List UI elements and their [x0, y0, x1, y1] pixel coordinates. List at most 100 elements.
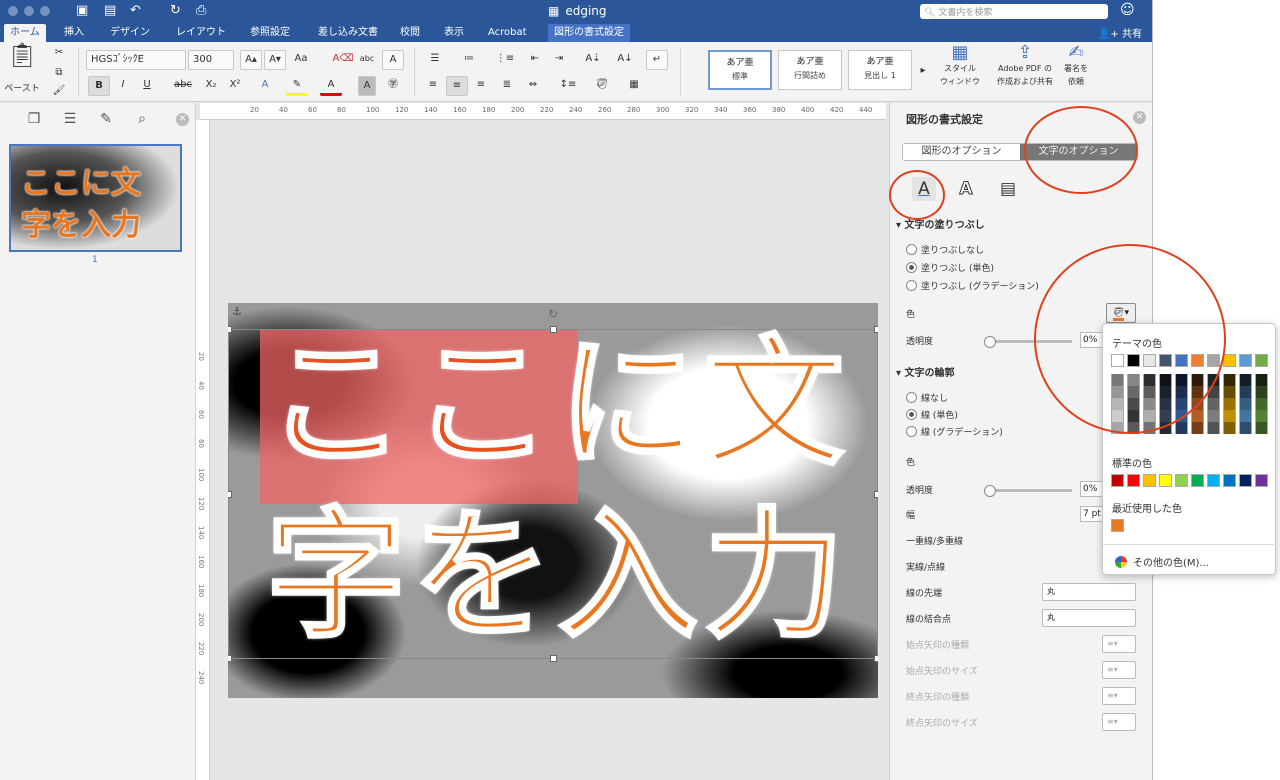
tab-references[interactable]: 参照設定 — [244, 24, 296, 42]
color-tint-swatch[interactable] — [1239, 398, 1252, 410]
clear-format-icon[interactable]: A⌫ — [332, 50, 354, 70]
request-signature-button[interactable]: ✍︎ 署名を 依頼 — [1060, 44, 1092, 102]
fill-none-radio[interactable]: 塗りつぶしなし — [906, 243, 984, 256]
borders-icon[interactable]: ▦ — [620, 76, 648, 96]
sort-icon[interactable]: A↓ — [614, 50, 636, 70]
color-swatch[interactable] — [1111, 474, 1124, 487]
resize-handle[interactable] — [228, 326, 232, 333]
redo-icon[interactable]: ↻ — [170, 3, 181, 18]
color-tint-swatch[interactable] — [1239, 422, 1252, 434]
color-tint-swatch[interactable] — [1207, 422, 1220, 434]
style-normal[interactable]: あア亜 標準 — [708, 50, 772, 90]
show-marks-icon[interactable]: ↵ — [646, 50, 668, 70]
resize-handle[interactable] — [874, 655, 878, 662]
shrink-font-button[interactable]: A▾ — [264, 50, 286, 70]
adobe-pdf-button[interactable]: ⇪ Adobe PDF の 作成および共有 — [994, 44, 1056, 102]
text-effects-icon[interactable]: A — [254, 76, 276, 96]
italic-button[interactable]: I — [112, 76, 134, 96]
print-icon[interactable]: ⎙ — [196, 3, 206, 18]
join-type-select[interactable]: 丸 — [1042, 609, 1136, 627]
color-swatch[interactable] — [1255, 354, 1268, 367]
align-right-icon[interactable]: ≡ — [470, 76, 492, 96]
color-swatch[interactable] — [1255, 474, 1268, 487]
color-tint-swatch[interactable] — [1255, 422, 1268, 434]
headline-line2[interactable]: 字を入力 — [264, 505, 850, 648]
sidebar-toggle-icon[interactable]: ▣ — [76, 3, 88, 18]
search-icon[interactable]: ⌕ — [132, 111, 152, 127]
font-size-select[interactable]: 300 — [188, 50, 234, 70]
distribute-icon[interactable]: ⇔ — [522, 76, 544, 96]
fill-gradient-radio[interactable]: 塗りつぶし (グラデーション) — [906, 279, 1039, 292]
outline-gradient-radio[interactable]: 線 (グラデーション) — [906, 425, 1003, 438]
outline-transparency-input[interactable]: 0% — [1080, 481, 1104, 497]
feedback-smiley-icon[interactable]: ☺ — [1120, 2, 1135, 18]
tab-view[interactable]: 表示 — [438, 24, 470, 42]
share-button[interactable]: 👤+ 共有 — [1098, 25, 1142, 40]
outline-transparency-slider[interactable] — [984, 485, 1072, 497]
color-swatch[interactable] — [1127, 474, 1140, 487]
window-controls[interactable] — [8, 6, 50, 16]
arrow-end-size-select[interactable]: ≡▾ — [1102, 713, 1136, 731]
style-window-button[interactable]: ▦ スタイル ウィンドウ — [940, 44, 980, 102]
enclose-char-icon[interactable]: ㊫ — [382, 76, 404, 96]
phonetic-guide-icon[interactable]: abc — [356, 50, 378, 70]
save-icon[interactable]: ▤ — [104, 3, 116, 18]
resize-handle[interactable] — [874, 491, 878, 498]
tab-design[interactable]: デザイン — [104, 24, 156, 42]
justify-icon[interactable]: ≣ — [496, 76, 518, 96]
search-input[interactable]: 🔍︎ 文書内を検索 — [920, 4, 1108, 19]
grow-font-button[interactable]: A▴ — [240, 50, 262, 70]
close-icon[interactable]: ✕ — [176, 113, 189, 126]
color-swatch[interactable] — [1239, 354, 1252, 367]
multilevel-list-icon[interactable]: ⋮≡ — [490, 50, 520, 70]
resize-handle[interactable] — [874, 326, 878, 333]
rotate-handle-icon[interactable]: ↻ — [548, 307, 558, 321]
font-color-icon[interactable]: A — [320, 76, 342, 96]
resize-handle[interactable] — [228, 655, 232, 662]
tab-insert[interactable]: 挿入 — [58, 24, 90, 42]
change-case-icon[interactable]: Aa — [290, 50, 312, 70]
cap-type-select[interactable]: 丸 — [1042, 583, 1136, 601]
arrow-end-type-select[interactable]: ≡▾ — [1102, 687, 1136, 705]
style-no-spacing[interactable]: あア亜 行間詰め — [778, 50, 842, 90]
increase-indent-icon[interactable]: ⇥ — [548, 50, 570, 70]
char-border-icon[interactable]: A — [382, 50, 404, 70]
color-tint-swatch[interactable] — [1255, 410, 1268, 422]
headline-line1[interactable]: ここに文 — [264, 333, 850, 476]
color-swatch[interactable] — [1191, 474, 1204, 487]
text-box-icon[interactable]: ▤ — [996, 177, 1020, 201]
color-swatch[interactable] — [1159, 474, 1172, 487]
paste-clipboard-icon[interactable]: 📋︎ — [4, 43, 40, 82]
text-direction-icon[interactable]: A⇣ — [578, 50, 608, 70]
color-swatch[interactable] — [1239, 474, 1252, 487]
tab-shape-options[interactable]: 図形のオプション — [903, 144, 1020, 160]
tab-shape-format[interactable]: 図形の書式設定 — [548, 24, 630, 42]
align-left-icon[interactable]: ≡ — [422, 76, 444, 96]
recent-color-swatch[interactable] — [1111, 519, 1124, 532]
color-swatch[interactable] — [1223, 354, 1236, 367]
subscript-button[interactable]: X₂ — [200, 76, 222, 96]
shape-image[interactable]: ↻ ⚓︎ ここに文 字を入力 — [228, 303, 878, 698]
outline-section-header[interactable]: ▾ 文字の輪郭 — [896, 364, 955, 379]
decrease-indent-icon[interactable]: ⇤ — [524, 50, 546, 70]
close-icon[interactable]: ✕ — [1133, 111, 1146, 124]
tab-review[interactable]: 校閲 — [394, 24, 426, 42]
tab-home[interactable]: ホーム — [4, 24, 46, 42]
color-swatch[interactable] — [1143, 474, 1156, 487]
font-name-select[interactable]: HGSｺﾞｼｯｸE — [86, 50, 186, 70]
color-tint-swatch[interactable] — [1191, 422, 1204, 434]
superscript-button[interactable]: X² — [224, 76, 246, 96]
color-tint-swatch[interactable] — [1239, 386, 1252, 398]
color-tint-swatch[interactable] — [1175, 422, 1188, 434]
shading-bucket-icon[interactable]: 🪣︎ — [588, 76, 616, 96]
thumbnails-icon[interactable]: ❐ — [24, 111, 44, 127]
outline-solid-radio[interactable]: 線 (単色) — [906, 408, 958, 421]
format-painter-icon[interactable]: 🖌︎ — [50, 82, 68, 102]
paste-label[interactable]: ペースト — [2, 80, 42, 100]
bold-button[interactable]: B — [88, 76, 110, 96]
color-tint-swatch[interactable] — [1255, 374, 1268, 386]
arrow-begin-size-select[interactable]: ≡▾ — [1102, 661, 1136, 679]
color-tint-swatch[interactable] — [1223, 374, 1236, 386]
color-tint-swatch[interactable] — [1239, 410, 1252, 422]
text-effects-icon[interactable]: A — [954, 177, 978, 201]
